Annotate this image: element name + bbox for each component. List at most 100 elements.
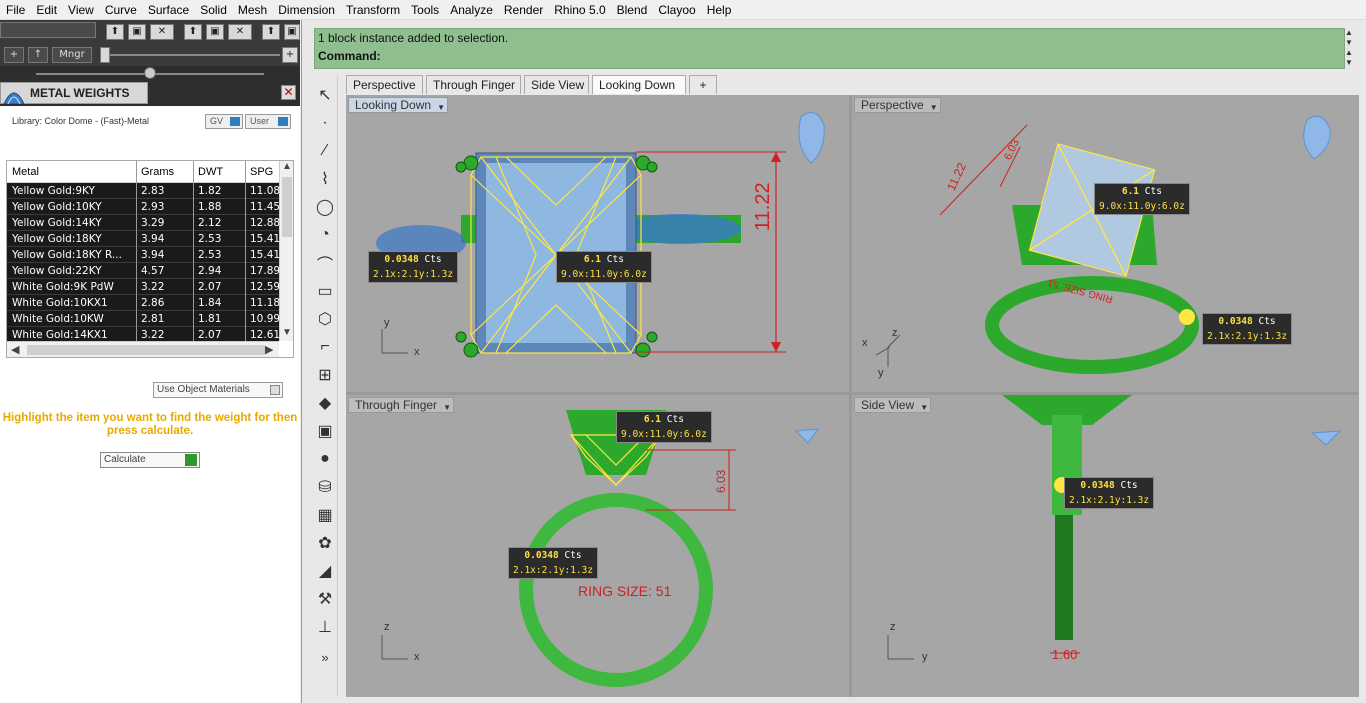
menu-item-curve[interactable]: Curve [99, 0, 142, 20]
use-object-materials-checkbox[interactable]: Use Object Materials [153, 382, 283, 398]
gear-icon[interactable]: ✿ [314, 532, 336, 554]
table-row[interactable]: Yellow Gold:9KY 2.83 1.82 11.08 [7, 183, 280, 199]
menu-item-analyze[interactable]: Analyze [444, 0, 498, 20]
scroll-thumb[interactable] [282, 177, 292, 237]
menu-item-transform[interactable]: Transform [340, 0, 405, 20]
command-prompt[interactable]: Command: [318, 49, 381, 63]
save-icon-3[interactable]: ▣ [284, 24, 300, 40]
scroll-right-icon[interactable]: ▶ [265, 343, 273, 356]
cylinder-icon[interactable]: ⛁ [314, 476, 336, 498]
menu-item-render[interactable]: Render [498, 0, 548, 20]
close-icon-2[interactable]: ✕ [228, 24, 252, 40]
up-icon[interactable]: ⬆ [106, 24, 124, 40]
metal-table[interactable]: Metal Grams DWT SPG Yellow Gold:9KY 2.83 1… [6, 160, 294, 358]
menu-item-help[interactable]: Help [701, 0, 737, 20]
tab-side-view[interactable]: Side View [524, 75, 589, 94]
vertical-scrollbar[interactable]: ▲ ▼ [279, 161, 293, 341]
up-icon-3[interactable]: ⬆ [262, 24, 280, 40]
plus-icon[interactable]: + [282, 47, 298, 63]
dropdown-arrow-icon[interactable]: ▼ [437, 101, 445, 115]
dropdown-arrow-icon[interactable]: ▼ [930, 101, 938, 115]
fillet-icon[interactable]: ⌐ [314, 336, 336, 358]
menu-item-dimension[interactable]: Dimension [272, 0, 340, 20]
select-arrow-icon[interactable]: ↖ [314, 84, 336, 106]
scroll-down-icon[interactable]: ▼ [282, 327, 292, 338]
polygon-icon[interactable]: ⬡ [314, 308, 336, 330]
menu-item-blend[interactable]: Blend [611, 0, 653, 20]
command-scroll[interactable]: ▲ ▼ ▲ ▼ [1342, 28, 1356, 69]
gv-toggle[interactable]: GV [205, 114, 243, 129]
zoom-slider-knob[interactable] [100, 47, 110, 63]
tab-perspective[interactable]: Perspective [346, 75, 423, 94]
add-button[interactable]: + [4, 47, 24, 63]
surface-icon[interactable]: ⊞ [314, 364, 336, 386]
panel-dropdown[interactable] [0, 22, 96, 38]
save-icon[interactable]: ▣ [128, 24, 146, 40]
col-dwt[interactable]: DWT [198, 166, 244, 178]
table-row[interactable]: Yellow Gold:18KY 3.94 2.53 15.41 [7, 231, 280, 247]
more-tools-icon[interactable]: » [314, 646, 336, 668]
menu-item-solid[interactable]: Solid [194, 0, 232, 20]
arc-icon[interactable]: ◔ [314, 224, 336, 246]
circle-icon[interactable]: ◯ [314, 196, 336, 218]
up-icon-2[interactable]: ⬆ [184, 24, 202, 40]
box-icon[interactable]: ▣ [314, 420, 336, 442]
table-row[interactable]: White Gold:10KW 2.81 1.81 10.99 [7, 311, 280, 327]
table-row[interactable]: White Gold:9K PdW 3.22 2.07 12.59 [7, 279, 280, 295]
viewport-side-view[interactable]: Side View ▼ 1.60 0.0348 Cts 2.1x:2.1y:1.3z… [852, 395, 1359, 697]
viewport-perspective[interactable]: Perspective ▼ 11.22 6.03 RING SIZE: 51 6.… [852, 95, 1359, 392]
tab-through-finger[interactable]: Through Finger [426, 75, 521, 94]
viewport-looking-down[interactable]: Looking Down ▼ 11.22 0.0348 Cts 2.1x:2.1y:… [346, 95, 849, 392]
checkbox-icon[interactable] [270, 385, 280, 395]
dropdown-arrow-icon[interactable]: ▼ [443, 401, 451, 415]
ellipse-icon[interactable]: ⌒ [314, 252, 336, 274]
point-icon[interactable]: · [314, 112, 336, 134]
viewport-label-perspective[interactable]: Perspective ▼ [854, 97, 941, 113]
zoom-slider-track[interactable] [100, 54, 280, 56]
menu-item-mesh[interactable]: Mesh [232, 0, 272, 20]
menu-item-surface[interactable]: Surface [142, 0, 194, 20]
horizontal-scrollbar[interactable]: ◀ ▶ [7, 341, 279, 357]
close-icon[interactable]: ✕ [150, 24, 174, 40]
mesh-icon[interactable]: ▦ [314, 504, 336, 526]
viewport-through-finger[interactable]: Through Finger ▼ 6.03 RING SIZE: 51 6.1 C… [346, 395, 849, 697]
panel-close-button[interactable]: ✕ [281, 85, 296, 100]
menu-item-file[interactable]: File [0, 0, 30, 20]
slider-knob[interactable] [144, 67, 156, 79]
viewport-label-through-finger[interactable]: Through Finger ▼ [348, 397, 455, 415]
user-toggle[interactable]: User [245, 114, 291, 129]
tab-looking-down[interactable]: Looking Down [592, 75, 686, 94]
hscroll-thumb[interactable] [27, 345, 265, 355]
viewport-label-looking-down[interactable]: Looking Down ▼ [348, 97, 449, 115]
menu-item-tools[interactable]: Tools [405, 0, 444, 20]
curve-icon[interactable]: ⌇ [314, 168, 336, 190]
command-area[interactable]: 1 block instance added to selection. Com… [314, 28, 1345, 69]
calculate-button[interactable]: Calculate [100, 452, 200, 468]
menu-item-edit[interactable]: Edit [30, 0, 62, 20]
save-icon-2[interactable]: ▣ [206, 24, 224, 40]
wrench-icon[interactable]: ⚒ [314, 588, 336, 610]
manager-button[interactable]: Mngr [52, 47, 92, 63]
ruler-icon[interactable]: ⊥ [314, 616, 336, 638]
dropdown-arrow-icon[interactable]: ▼ [920, 401, 928, 415]
add-tab-button[interactable]: + [689, 75, 717, 94]
menu-item-rhino-5-0[interactable]: Rhino 5.0 [548, 0, 610, 20]
menu-item-clayoo[interactable]: Clayoo [652, 0, 700, 20]
menu-item-view[interactable]: View [62, 0, 99, 20]
table-row[interactable]: White Gold:10KX1 2.86 1.84 11.18 [7, 295, 280, 311]
table-row[interactable]: Yellow Gold:14KY 3.29 2.12 12.88 [7, 215, 280, 231]
col-spg[interactable]: SPG [250, 166, 280, 178]
col-grams[interactable]: Grams [141, 166, 191, 178]
scroll-left-icon[interactable]: ◀ [11, 343, 19, 356]
rectangle-icon[interactable]: ▭ [314, 280, 336, 302]
polyline-icon[interactable]: ∕ [314, 140, 336, 162]
transform-icon[interactable]: ◢ [314, 560, 336, 582]
extrude-icon[interactable]: ◆ [314, 392, 336, 414]
table-row[interactable]: Yellow Gold:22KY 4.57 2.94 17.89 [7, 263, 280, 279]
table-row[interactable]: Yellow Gold:18KY R... 3.94 2.53 15.41 [7, 247, 280, 263]
col-metal[interactable]: Metal [12, 166, 134, 178]
viewport-label-side-view[interactable]: Side View ▼ [854, 397, 932, 415]
scroll-up-icon[interactable]: ▲ [282, 161, 292, 172]
sphere-icon[interactable]: ● [314, 448, 336, 470]
table-row[interactable]: Yellow Gold:10KY 2.93 1.88 11.45 [7, 199, 280, 215]
